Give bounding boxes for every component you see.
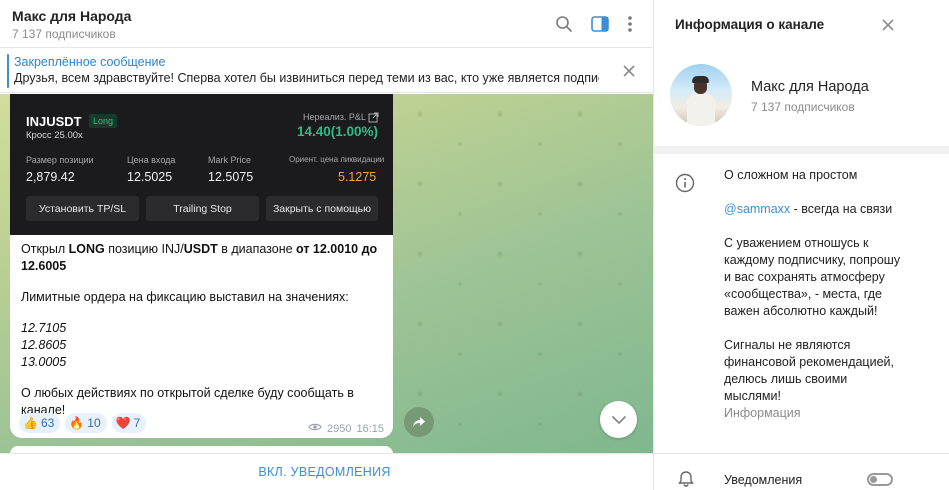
view-count: 2950	[326, 422, 352, 435]
reaction-thumbs-up[interactable]: 👍 63	[19, 413, 61, 433]
pinned-message-bar[interactable]: Закреплённое сообщение Друзья, всем здра…	[0, 49, 653, 93]
message-line-2: Лимитные ордера на фиксацию выставил на …	[21, 290, 349, 304]
search-icon[interactable]	[553, 13, 575, 35]
section-divider	[654, 146, 949, 154]
desc-paragraph-3: Сигналы не являются финансовой рекоменда…	[724, 338, 894, 403]
sidebar-toggle-icon[interactable]	[589, 13, 611, 35]
unmute-button[interactable]: ВКЛ. УВЕДОМЛЕНИЯ	[0, 465, 649, 479]
channel-title[interactable]: Макс для Народа	[12, 8, 131, 24]
trade-margin: Кросс 25.00x	[26, 130, 83, 141]
channel-subscribers: 7 137 подписчиков	[12, 27, 116, 41]
col-label-entry-price: Цена входа	[127, 155, 176, 165]
message-line-1: Открыл LONG позицию INJ/USDT в диапазоне…	[21, 242, 378, 273]
col-label-mark-price: Mark Price	[208, 155, 252, 165]
close-icon[interactable]	[880, 17, 896, 33]
trailing-stop-button: Trailing Stop	[146, 196, 259, 221]
description-label: Информация	[724, 406, 801, 420]
col-label-position-size: Размер позиции	[26, 155, 94, 165]
bottom-bar: ВКЛ. УВЕДОМЛЕНИЯ	[0, 453, 653, 490]
external-link-icon	[368, 110, 379, 123]
set-tpsl-button: Установить TP/SL	[26, 196, 139, 221]
close-with-button: Закрыть с помощью	[266, 196, 378, 221]
level-1: 12.7105	[21, 321, 67, 335]
pinned-indicator	[7, 54, 9, 88]
info-channel-name: Макс для Народа	[751, 79, 869, 95]
notifications-toggle[interactable]	[867, 473, 893, 486]
username-link[interactable]: @sammaxx	[724, 202, 790, 216]
close-icon[interactable]	[620, 62, 638, 80]
more-vertical-icon[interactable]	[619, 13, 641, 35]
col-value-mark-price: 12.5075	[208, 170, 254, 184]
col-label-liquidation: Ориент. цена ликвидации	[289, 155, 385, 164]
chevron-down-icon[interactable]	[600, 401, 637, 438]
pnl-label: Нереализ. P&L	[303, 112, 366, 122]
chat-pane: Макс для Народа 7 137 подписчиков Закреп…	[0, 0, 653, 490]
level-3: 13.0005	[21, 355, 67, 369]
trade-screenshot[interactable]: INJUSDT Long Кросс 25.00x Нереализ. P&L …	[10, 94, 393, 235]
channel-info-panel: Информация о канале Макс для Народа 7 13…	[653, 0, 949, 490]
chat-header[interactable]: Макс для Народа 7 137 подписчиков	[0, 0, 653, 48]
level-2: 12.8605	[21, 338, 67, 352]
divider	[654, 453, 949, 454]
toggle-knob	[870, 476, 877, 483]
pinned-text: Друзья, всем здравствуйте! Сперва хотел …	[14, 71, 599, 85]
reactions: 👍 63 🔥 10 ❤️ 7	[19, 413, 147, 433]
info-icon	[675, 173, 695, 193]
avatar-figure	[687, 93, 715, 126]
reaction-heart[interactable]: ❤️ 7	[111, 413, 147, 433]
eye-icon	[308, 422, 322, 435]
notifications-label: Уведомления	[724, 473, 803, 487]
col-value-liquidation: 5.1275	[338, 170, 377, 184]
pinned-label: Закреплённое сообщение	[14, 55, 166, 69]
desc-line-link: @sammaxx - всегда на связи	[724, 202, 893, 216]
message-meta: 2950 16:15	[308, 422, 384, 435]
reaction-fire[interactable]: 🔥 10	[65, 413, 107, 433]
avatar-hat	[692, 76, 709, 83]
desc-paragraph-2: С уважением отношусь к каждому подписчик…	[724, 236, 901, 318]
col-value-position-size: 2,879.42	[26, 170, 75, 184]
bell-icon	[677, 470, 695, 488]
message-time: 16:15	[356, 422, 384, 435]
info-subscribers: 7 137 подписчиков	[751, 100, 855, 114]
trade-symbol: INJUSDT	[26, 114, 82, 129]
avatar[interactable]	[670, 64, 732, 126]
message-bubble[interactable]: INJUSDT Long Кросс 25.00x Нереализ. P&L …	[10, 94, 393, 438]
col-value-entry-price: 12.5025	[127, 170, 173, 184]
channel-description: О сложном на простом @sammaxx - всегда н…	[724, 167, 904, 422]
desc-line-1: О сложном на простом	[724, 168, 858, 182]
share-icon[interactable]	[404, 407, 434, 437]
pnl-value: 14.40(1.00%)	[296, 124, 378, 139]
info-panel-title: Информация о канале	[675, 17, 825, 32]
fire-icon: 🔥	[69, 416, 85, 430]
trade-side-badge: Long	[89, 114, 118, 128]
thumbs-up-icon: 👍	[23, 416, 38, 430]
message-text: Открыл LONG позицию INJ/USDT в диапазоне…	[21, 241, 386, 419]
heart-icon: ❤️	[115, 416, 131, 430]
